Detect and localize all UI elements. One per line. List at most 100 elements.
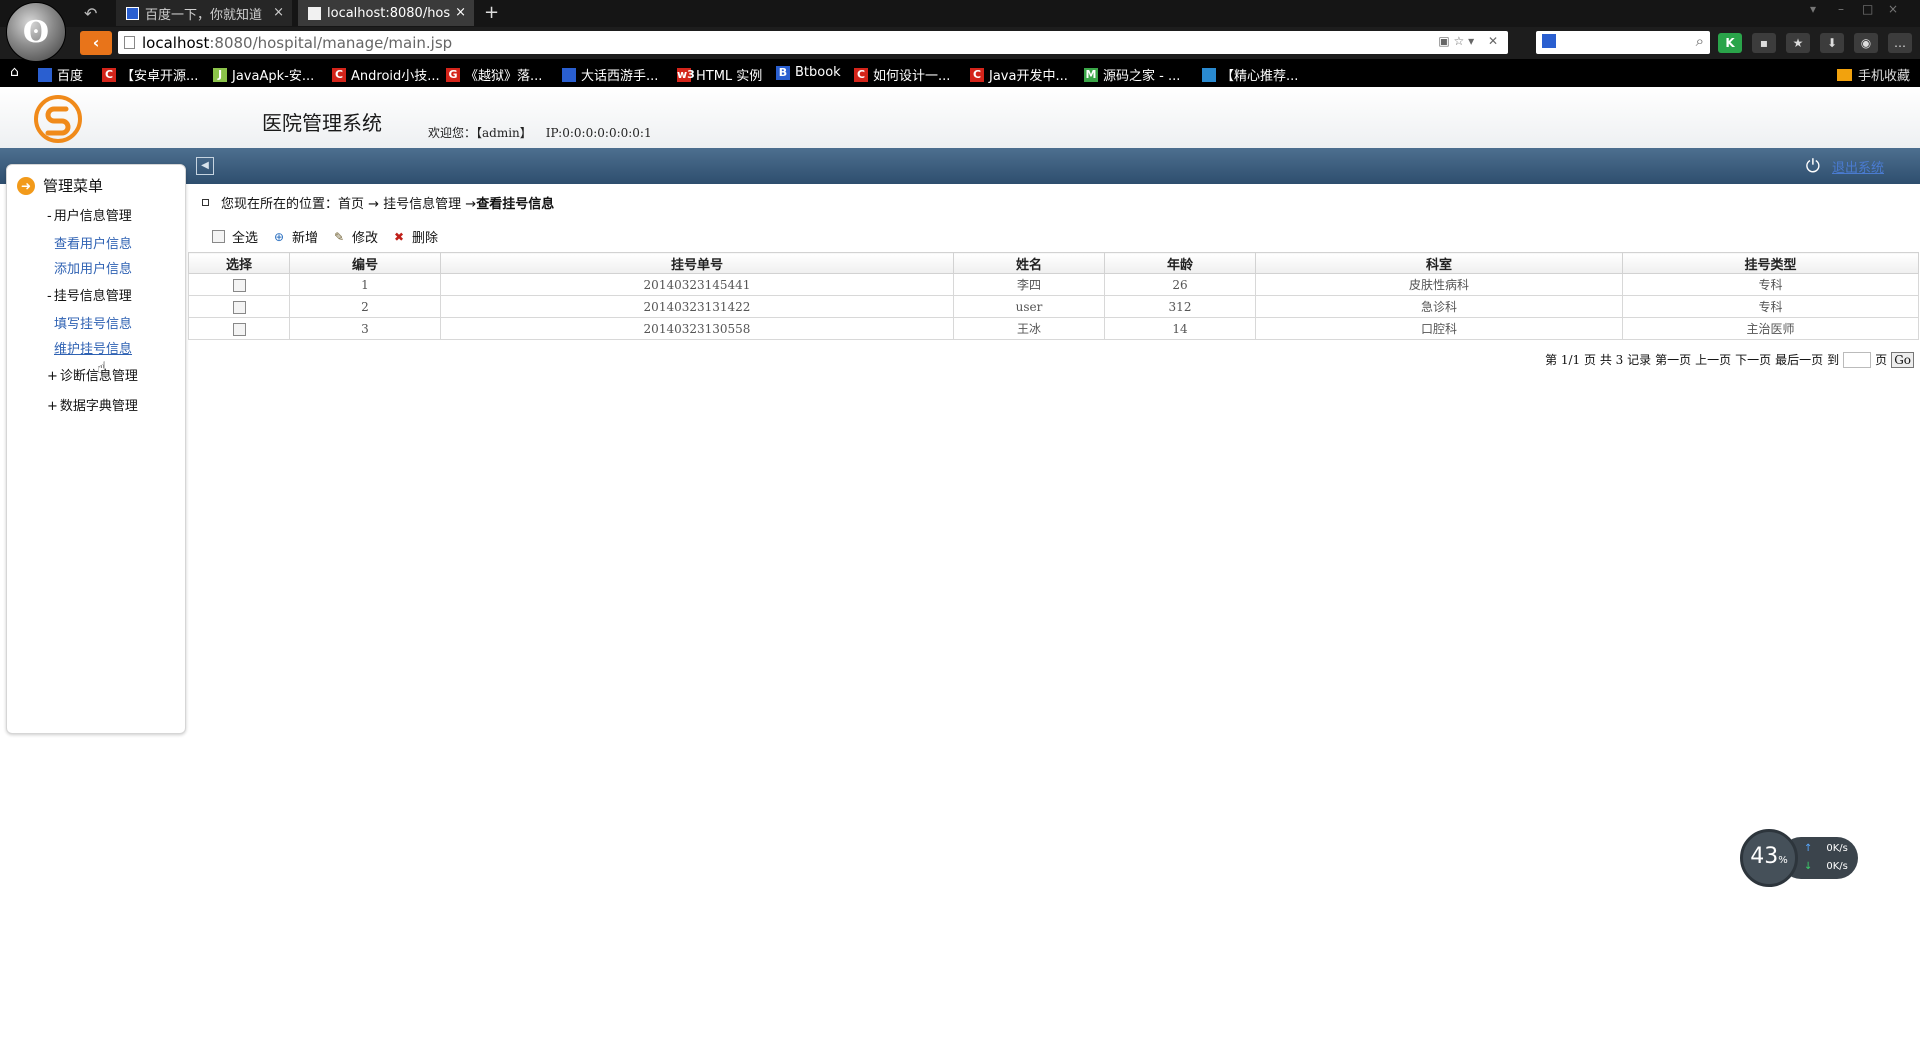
download-arrow-icon: ↓ xyxy=(1804,861,1813,872)
row-checkbox[interactable] xyxy=(232,322,246,336)
sidebar-item-maintain-registration[interactable]: 维护挂号信息 xyxy=(54,338,132,357)
gamepad-icon[interactable]: ◉ xyxy=(1854,33,1878,53)
bookmark-item[interactable]: B Btbook xyxy=(776,65,841,80)
bookmark-item[interactable]: 大话西游手... xyxy=(562,65,658,84)
shirt-skin-icon[interactable]: ▾ xyxy=(1810,2,1816,16)
bookmark-label: HTML 实例 xyxy=(696,69,763,84)
home-icon[interactable]: ⌂ xyxy=(10,64,19,80)
logout-button[interactable]: ⏻ 退出系统 xyxy=(1806,156,1884,177)
row-checkbox[interactable] xyxy=(232,278,246,292)
sidebar-group-diagnosis[interactable]: + 诊断信息管理 xyxy=(47,365,138,384)
compat-mode-icon[interactable]: ▣ xyxy=(1438,34,1449,48)
page-number-input[interactable] xyxy=(1843,351,1872,368)
memory-percent: 43 xyxy=(1750,844,1779,869)
globe-icon xyxy=(1202,67,1216,82)
sidebar-item-add-user[interactable]: 添加用户信息 xyxy=(54,258,132,277)
bookmark-item[interactable]: C Android小技... xyxy=(332,65,440,84)
url-input[interactable]: localhost:8080/hospital/manage/main.jsp … xyxy=(118,31,1508,54)
url-host: localhost xyxy=(142,34,210,52)
search-icon[interactable]: ⌕ xyxy=(1696,32,1704,50)
bookmark-item[interactable]: 百度 xyxy=(38,65,83,84)
bookmark-item[interactable]: C Java开发中... xyxy=(970,65,1068,84)
browser-logo-icon[interactable]: ʘ xyxy=(6,2,66,62)
lock-icon[interactable]: ▪ xyxy=(1752,33,1776,53)
bookmark-item[interactable]: 【精心推荐... xyxy=(1202,65,1298,84)
dropdown-icon[interactable]: ▾ xyxy=(1468,34,1474,48)
nav-strip: ◀ ⏻ 退出系统 xyxy=(0,148,1920,184)
checkbox-icon xyxy=(212,230,225,243)
bookmark-label: 大话西游手... xyxy=(581,69,659,84)
row-checkbox[interactable] xyxy=(232,300,246,314)
pagination: 第 1/1 页 共 3 记录 第一页 上一页 下一页 最后一页 到 页 Go xyxy=(1545,351,1914,368)
bookmark-item[interactable]: w3 HTML 实例 xyxy=(677,65,762,84)
bookmark-mobile[interactable]: 手机收藏 xyxy=(1836,65,1910,84)
bookmark-label: Btbook xyxy=(795,65,841,80)
pager-first[interactable]: 第一页 xyxy=(1655,351,1691,368)
cell-name: 王冰 xyxy=(953,317,1105,340)
k-extension-icon[interactable]: K xyxy=(1718,33,1742,53)
delete-button[interactable]: ✖ 删除 xyxy=(392,227,438,247)
cell-dept: 急诊科 xyxy=(1255,295,1623,318)
pager-prev[interactable]: 上一页 xyxy=(1695,351,1731,368)
pager-next[interactable]: 下一页 xyxy=(1735,351,1771,368)
more-icon[interactable]: … xyxy=(1888,33,1912,53)
bookmark-label: Android小技... xyxy=(351,69,440,84)
baidu-icon xyxy=(38,67,52,82)
bookmark-item[interactable]: C 如何设计一... xyxy=(854,65,950,84)
close-tab-icon[interactable]: × xyxy=(273,5,284,20)
sidebar-group-dictionary[interactable]: + 数据字典管理 xyxy=(47,395,138,414)
pager-summary: 第 1/1 页 共 3 记录 xyxy=(1545,353,1652,367)
select-all-checkbox[interactable]: 全选 xyxy=(212,227,258,246)
back-button[interactable]: ‹ xyxy=(80,31,112,55)
bookmark-label: 百度 xyxy=(57,69,84,84)
close-window-icon[interactable]: × xyxy=(1888,2,1898,16)
logout-label: 退出系统 xyxy=(1831,161,1884,176)
grid-icon xyxy=(562,67,576,82)
search-input[interactable]: ⌕ xyxy=(1536,31,1710,54)
download-speed: 0K/s xyxy=(1826,861,1848,872)
cell-reg-no: 20140323130558 xyxy=(440,317,954,340)
maximize-icon[interactable]: □ xyxy=(1862,2,1873,16)
tab-history-back-icon[interactable]: ↶ xyxy=(84,4,97,23)
star-icon[interactable]: ★ xyxy=(1786,33,1810,53)
table-row[interactable]: 3 20140323130558 王冰 14 口腔科 主治医师 xyxy=(188,317,1919,340)
sidebar-group-registration[interactable]: - 挂号信息管理 xyxy=(47,285,132,304)
bookmark-item[interactable]: M 源码之家 - ... xyxy=(1084,65,1180,84)
stop-icon[interactable]: ✕ xyxy=(1488,34,1498,48)
favorite-star-icon[interactable]: ☆ xyxy=(1453,34,1464,48)
breadcrumb: 您现在所在的位置：首页 → 挂号信息管理 → 查看挂号信息 xyxy=(202,193,554,212)
browser-tab-localhost[interactable]: localhost:8080/hos × xyxy=(298,0,474,26)
cell-name: user xyxy=(953,295,1105,318)
download-icon[interactable]: ⬇ xyxy=(1820,33,1844,53)
cell-id: 3 xyxy=(289,317,441,340)
go-button[interactable]: Go xyxy=(1891,351,1914,368)
welcome-text: 欢迎您：【admin】 IP:0:0:0:0:0:0:0:1 xyxy=(428,124,652,141)
collapse-sidebar-icon[interactable]: ◀ xyxy=(196,157,214,175)
table-row[interactable]: 2 20140323131422 user 312 急诊科 专科 xyxy=(188,295,1919,318)
tab-label: localhost:8080/hos xyxy=(327,5,451,21)
add-button[interactable]: ⊕ 新增 xyxy=(272,227,318,247)
bookmark-item[interactable]: C 【安卓开源... xyxy=(102,65,198,84)
breadcrumb-current: 查看挂号信息 xyxy=(476,197,555,212)
minimize-icon[interactable]: – xyxy=(1838,2,1844,16)
baidu-favicon-icon xyxy=(126,6,139,20)
bookmark-item[interactable]: J JavaApk-安... xyxy=(213,65,314,84)
address-bar: ‹ localhost:8080/hospital/manage/main.js… xyxy=(0,27,1920,59)
network-speed-widget[interactable]: ↑ 0K/s ↓ 0K/s 43% xyxy=(1740,829,1858,887)
row-select-cell xyxy=(188,295,290,318)
pager-last[interactable]: 最后一页 xyxy=(1775,351,1823,368)
search-engine-icon[interactable] xyxy=(1542,34,1556,48)
new-tab-button[interactable]: + xyxy=(484,2,499,23)
sidebar-item-fill-registration[interactable]: 填写挂号信息 xyxy=(54,313,132,332)
table-row[interactable]: 1 20140323145441 李四 26 皮肤性病科 专科 xyxy=(188,273,1919,296)
edit-button[interactable]: ✎ 修改 xyxy=(332,227,378,247)
cell-id: 2 xyxy=(289,295,441,318)
app-title: 医院管理系统 xyxy=(262,111,382,135)
bullet-icon xyxy=(202,199,209,206)
close-tab-icon[interactable]: × xyxy=(455,5,466,20)
bookmark-item[interactable]: G 《越狱》落... xyxy=(446,65,542,84)
sidebar-item-view-users[interactable]: 查看用户信息 xyxy=(54,233,132,252)
browser-tab-baidu[interactable]: 百度一下，你就知道 × xyxy=(116,0,292,26)
cell-age: 312 xyxy=(1104,295,1256,318)
sidebar-group-users[interactable]: - 用户信息管理 xyxy=(47,205,132,224)
